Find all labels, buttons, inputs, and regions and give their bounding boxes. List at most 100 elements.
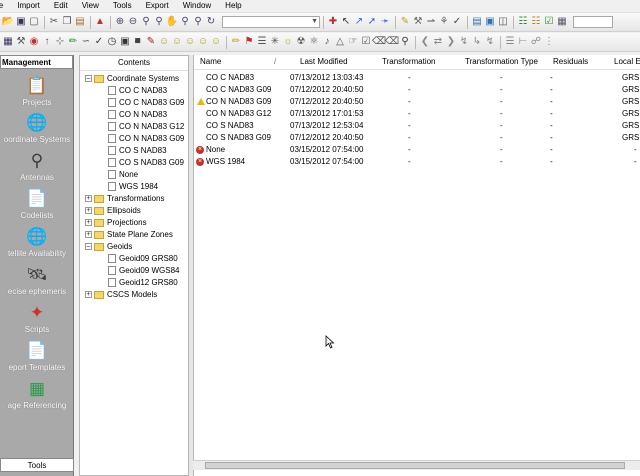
column-header-local-ellipsoid[interactable]: Local El	[614, 55, 640, 69]
table-row[interactable]: CO C NAD83 G09 07/12/2012 20:40:50 - - -…	[194, 84, 640, 96]
tick-icon[interactable]: ☑	[543, 16, 555, 28]
station-icon[interactable]: ⊹	[54, 36, 66, 48]
scrollbar-thumb[interactable]	[205, 462, 625, 469]
open-folder-icon[interactable]: 📂	[2, 16, 14, 28]
zoom-in-icon[interactable]: ⊕	[114, 16, 126, 28]
table-row[interactable]: × WGS 1984 03/15/2012 07:54:00 - - - -	[194, 156, 640, 168]
tree-node-item[interactable]: CO C NAD83	[108, 85, 167, 96]
sidebar-item-satellite-availability[interactable]: 🌐 tellite Availability	[0, 226, 74, 258]
hammer-icon[interactable]: ⚒	[412, 16, 424, 28]
table-row[interactable]: CO N NAD83 G09 07/12/2012 20:40:50 - - -…	[194, 96, 640, 108]
tree-node-item[interactable]: Geoid12 GRS80	[108, 277, 178, 288]
window-icon[interactable]: ▣	[484, 16, 496, 28]
arrow-left-icon[interactable]: ❮	[419, 36, 431, 48]
horizontal-scrollbar[interactable]	[193, 460, 640, 470]
layer-icon[interactable]: ▤	[471, 16, 483, 28]
report-icon[interactable]: ☷	[517, 16, 529, 28]
snap-point-icon[interactable]: ✚	[327, 16, 339, 28]
vector-icon[interactable]: ↗	[353, 16, 365, 28]
arrow-split-icon[interactable]: ⇄	[432, 36, 444, 48]
sun-icon[interactable]: ☼	[282, 36, 294, 48]
table-icon[interactable]: ▦	[556, 16, 568, 28]
import-icon[interactable]: ▲	[94, 16, 106, 28]
network-icon[interactable]: ☍	[530, 36, 542, 48]
table-row[interactable]: CO N NAD83 G12 07/13/2012 17:01:53 - - -…	[194, 108, 640, 120]
save-icon[interactable]: ▣	[15, 16, 27, 28]
flag-icon[interactable]: ⚑	[243, 36, 255, 48]
tree-node-geoids[interactable]: – Geoids	[85, 241, 132, 252]
tree-node-item[interactable]: None	[108, 169, 138, 180]
view-filter-dropdown[interactable]: ▼	[222, 16, 320, 28]
shape-icon[interactable]: △	[334, 36, 346, 48]
check-icon[interactable]: ✓	[93, 36, 105, 48]
sidebar-item-projects[interactable]: 📋 Projects	[0, 75, 74, 107]
print-preview-icon[interactable]: ▢	[28, 16, 40, 28]
compass-icon[interactable]: ⚘	[438, 16, 450, 28]
measure-icon[interactable]: ⇀	[425, 16, 437, 28]
pencil-icon[interactable]: ✎	[399, 16, 411, 28]
tree-node-item[interactable]: WGS 1984	[108, 181, 158, 192]
tree-node-item[interactable]: CO N NAD83 G09	[108, 133, 184, 144]
grid-icon[interactable]: ▦	[2, 36, 14, 48]
frame-icon[interactable]: ▣	[119, 36, 131, 48]
merge-icon[interactable]: ↳	[471, 36, 483, 48]
tree-node-transformations[interactable]: + Transformations	[85, 193, 165, 204]
expand-icon[interactable]: +	[85, 195, 92, 203]
tree-node-item[interactable]: Geoid09 WGS84	[108, 265, 179, 276]
cut-icon[interactable]: ✂	[48, 16, 60, 28]
sidebar-item-codelists[interactable]: 📄 Codelists	[0, 188, 74, 220]
stake-icon[interactable]: ↑	[41, 36, 53, 48]
polyline-icon[interactable]: ➛	[379, 16, 391, 28]
search-combo[interactable]	[573, 16, 613, 28]
collapse-icon[interactable]: –	[85, 75, 92, 83]
zoom-extents-icon[interactable]: ⚲	[153, 16, 165, 28]
tree-node-coordinate-systems[interactable]: – Coordinate Systems	[85, 73, 179, 84]
select-icon[interactable]: ✓	[451, 16, 463, 28]
collapse-icon[interactable]: –	[85, 243, 92, 251]
clock-icon[interactable]: ◷	[106, 36, 118, 48]
magnify-icon[interactable]: ⚲	[399, 36, 411, 48]
curve-icon[interactable]: ∽	[80, 36, 92, 48]
branch-2-icon[interactable]: ↯	[484, 36, 496, 48]
stack-icon[interactable]: ☰	[504, 36, 516, 48]
camera-icon[interactable]: ◾	[132, 36, 144, 48]
expand-icon[interactable]: +	[85, 291, 92, 299]
tree-node-item[interactable]: Geoid09 GRS80	[108, 253, 178, 264]
export-icon[interactable]: ☷	[530, 16, 542, 28]
menu-view[interactable]: View	[75, 0, 106, 12]
atom-icon[interactable]: ⚛	[308, 36, 320, 48]
expand-icon[interactable]: +	[85, 219, 92, 227]
branch-icon[interactable]: ↯	[458, 36, 470, 48]
tree-node-item[interactable]: CO N NAD83 G12	[108, 121, 184, 132]
tree-node-item[interactable]: CO N NAD83	[108, 109, 167, 120]
table-row[interactable]: CO S NAD83 07/13/2012 12:53:04 - - - GRS…	[194, 120, 640, 132]
bell-icon[interactable]: ♪	[321, 36, 333, 48]
column-header-transformation-type[interactable]: Transformation Type	[465, 55, 538, 69]
sidebar-item-image-referencing[interactable]: ▦ age Referencing	[0, 378, 74, 410]
menu-edit[interactable]: Edit	[47, 0, 75, 12]
node-icon[interactable]: ⊢	[517, 36, 529, 48]
zoom-window-icon[interactable]: ⚲	[140, 16, 152, 28]
sidebar-item-coordinate-systems[interactable]: 🌐 oordinate Systems	[0, 112, 74, 144]
tree-node-cscs-models[interactable]: + CSCS Models	[85, 289, 157, 300]
tree-node-item[interactable]: CO S NAD83 G09	[108, 157, 184, 168]
menu-file[interactable]: le	[0, 0, 10, 12]
ruler-icon[interactable]: ✏	[230, 36, 242, 48]
smile-1-icon[interactable]: ☺	[158, 36, 170, 48]
menu-import[interactable]: Import	[10, 0, 47, 12]
sidebar-item-antennas[interactable]: ⚲ Antennas	[0, 150, 74, 182]
doc-check-icon[interactable]: ☑	[360, 36, 372, 48]
bars-icon[interactable]: ☰	[256, 36, 268, 48]
column-header-last-modified[interactable]: Last Modified	[300, 55, 348, 69]
expand-icon[interactable]: +	[85, 207, 92, 215]
tools-icon[interactable]: ⚒	[15, 36, 27, 48]
sidebar-item-report-templates[interactable]: 📄 eport Templates	[0, 340, 74, 372]
spark-icon[interactable]: ✳	[269, 36, 281, 48]
tree-node-state-plane-zones[interactable]: + State Plane Zones	[85, 229, 173, 240]
line-icon[interactable]: ➚	[366, 16, 378, 28]
smile-2-icon[interactable]: ☺	[171, 36, 183, 48]
table-row[interactable]: × None 03/15/2012 07:54:00 - - - -	[194, 144, 640, 156]
column-header-name[interactable]: Name	[200, 55, 221, 69]
refresh-icon[interactable]: ↻	[205, 16, 217, 28]
smile-4-icon[interactable]: ☺	[197, 36, 209, 48]
